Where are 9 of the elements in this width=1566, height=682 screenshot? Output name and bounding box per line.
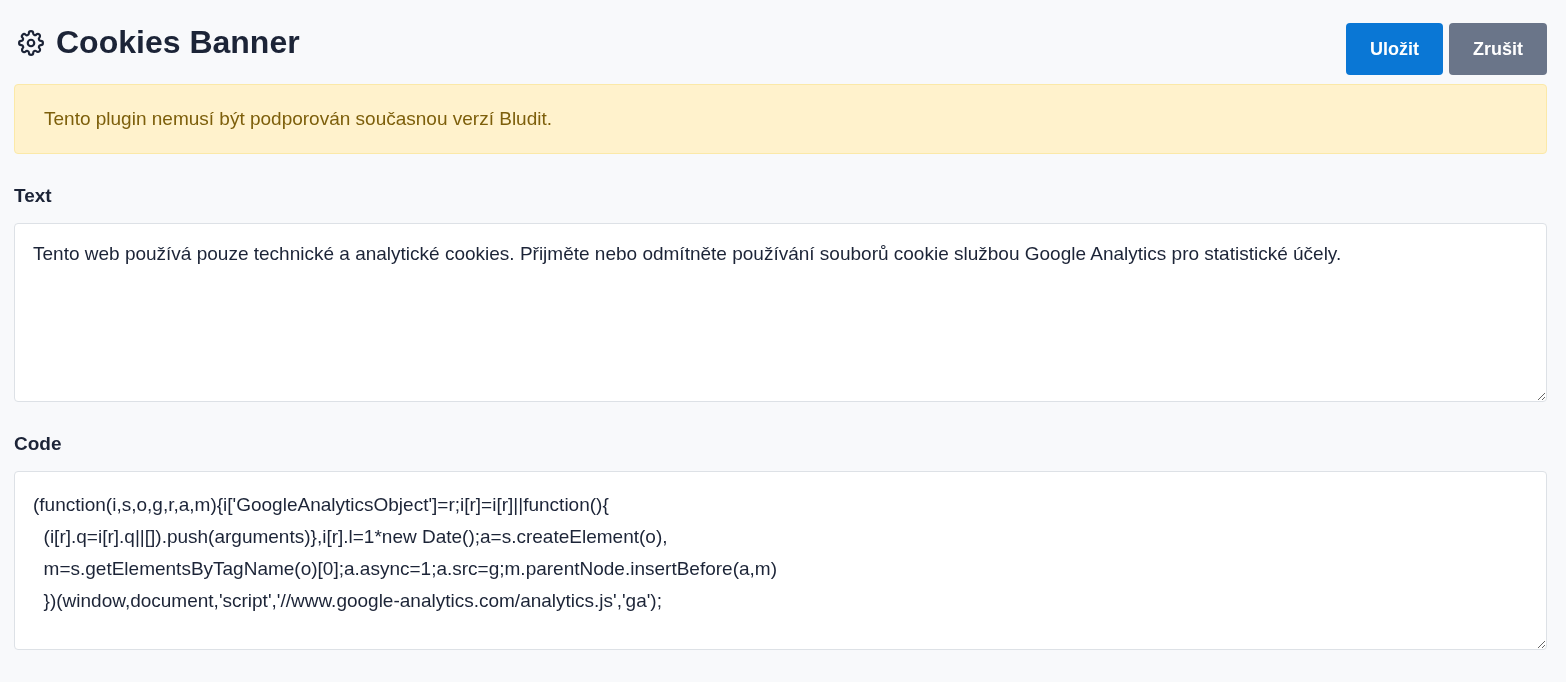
warning-alert: Tento plugin nemusí být podporován současnou verzí Bludit. [14, 84, 1547, 154]
page-title: Cookies Banner [56, 24, 300, 61]
cancel-button[interactable]: Zrušit [1449, 23, 1547, 75]
field-label: Code [14, 433, 63, 455]
settings-icon [18, 29, 44, 56]
text-textarea[interactable]: Tento web používá pouze technické a analytické cookies. Přijměte nebo odmítněte používání souborů cookie službou Google Analytics pro statistické účely. [14, 223, 1547, 402]
code-textarea[interactable]: (function(i,s,o,g,r,a,m){i['GoogleAnalyticsObject']=r;i[r]=i[r]||function(){ (i[r].q=i[r].q||[]).push(arguments)},i[r].l=1*new Date();a=s.createElement(o), m=s.getElementsByTagName(o)[0];a.async=1;a.src=g;m.parentNode.insertBefore(a,m) })(window,document,'script','//www.google-analytics.com/analytics.js','ga'); [14, 471, 1547, 650]
save-button[interactable]: Uložit [1346, 23, 1443, 75]
field-label: Text [14, 185, 53, 207]
